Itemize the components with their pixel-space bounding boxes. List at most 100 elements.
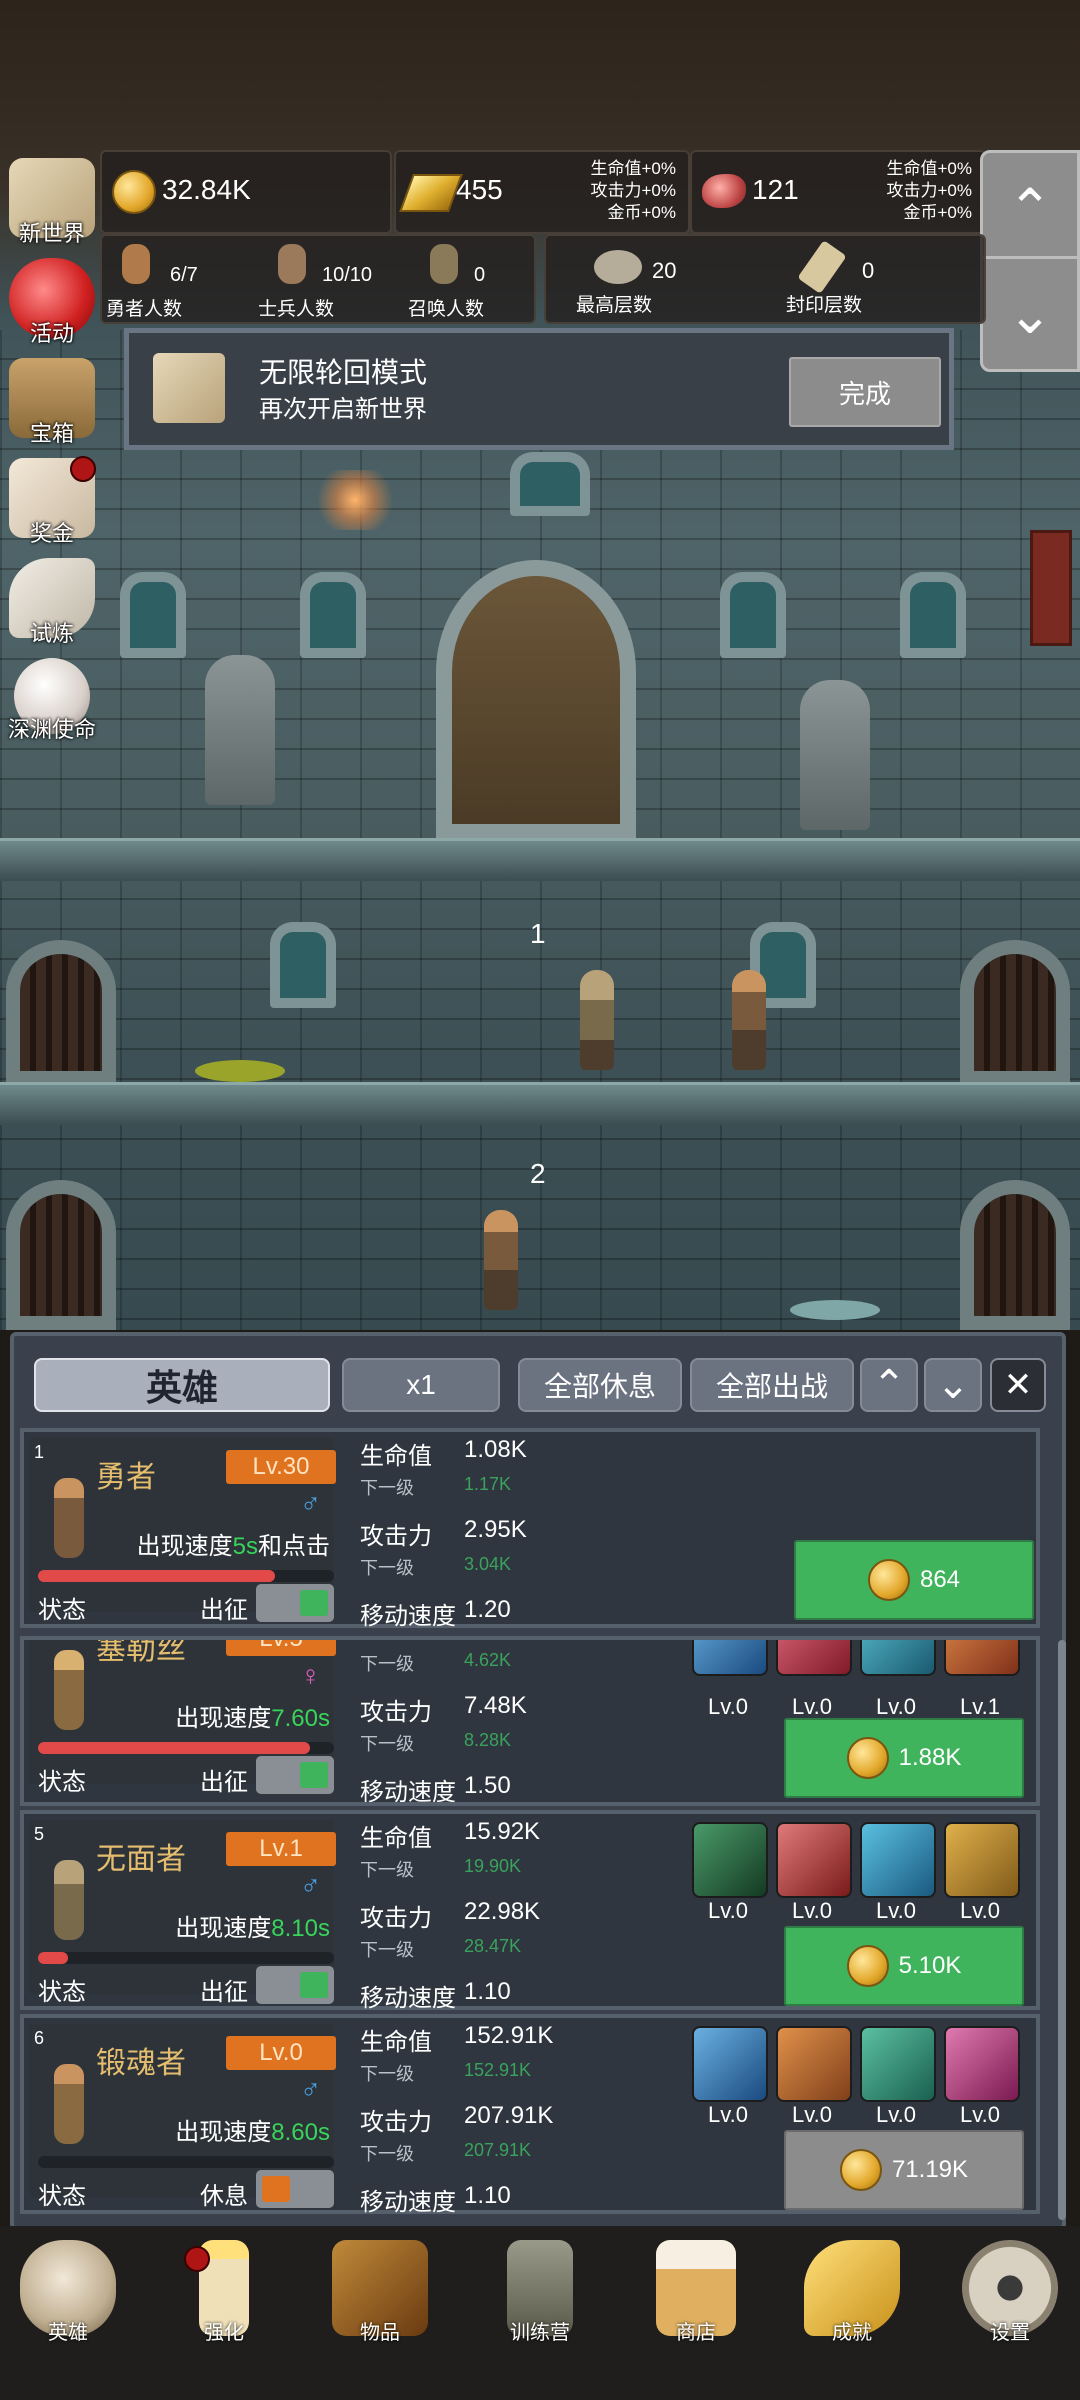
scroll-up-button[interactable]: ⌃ (980, 150, 1080, 266)
bonus-gold: 金币+0% (903, 203, 973, 222)
banner (1030, 530, 1072, 646)
sword-shield-skill-icon[interactable] (692, 1822, 768, 1898)
move-label: 移动速度 (360, 1985, 456, 2012)
skill-level: Lv.0 (876, 1898, 916, 1923)
hero-portrait: 塞勒丝 Lv.5 ♀ 出现速度7.60s 状态 出征 (30, 1640, 336, 1796)
spawn-speed-value: 7.60s (271, 1705, 330, 1732)
gold-coin-icon (846, 1737, 889, 1779)
sword-skill-icon[interactable] (776, 1822, 852, 1898)
helmet-skill-icon[interactable] (944, 1822, 1020, 1898)
beast-skill-icon[interactable] (776, 1640, 852, 1676)
hammer-skill-icon[interactable] (860, 2026, 936, 2102)
nav-settings[interactable]: 设置 (950, 2240, 1070, 2345)
nav-items[interactable]: 物品 (320, 2240, 440, 2345)
hero-card[interactable]: 塞勒丝 Lv.5 ♀ 出现速度7.60s 状态 出征 下一级 4.62K 攻击力… (20, 1636, 1040, 1806)
sidebar-item-abyss[interactable]: 深渊使命 (2, 658, 102, 744)
sidebar-item-new-world[interactable]: 新世界 (2, 158, 102, 248)
status-label: 状态 (38, 1769, 86, 1796)
deploy-label: 出征 (200, 1769, 248, 1796)
sidebar-item-events[interactable]: 活动 (2, 258, 102, 348)
panel-down-button[interactable]: ⌄ (924, 1358, 982, 1412)
deploy-all-button[interactable]: 全部出战 (690, 1358, 854, 1412)
side-gate (960, 1180, 1070, 1330)
status-label: 状态 (38, 1597, 86, 1624)
window (270, 922, 336, 1008)
multiplier-button[interactable]: x1 (342, 1358, 500, 1412)
gold-coin-icon (867, 1559, 910, 1601)
skill-level: Lv.0 (960, 2102, 1000, 2127)
sidebar-item-trial[interactable]: 试炼 (2, 558, 102, 648)
sidebar-item-label: 宝箱 (29, 421, 74, 446)
hero-number: 1 (34, 1442, 45, 1462)
deploy-toggle[interactable] (256, 1756, 334, 1794)
knight-hero (580, 970, 614, 1070)
upgrade-button[interactable]: 5.10K (784, 1926, 1024, 2006)
hero-sprite (54, 1478, 84, 1558)
spawn-speed-value: 8.60s (271, 2119, 330, 2146)
boot-skill-icon[interactable] (860, 1822, 936, 1898)
meat-value: 121 (752, 174, 799, 205)
deploy-toggle[interactable] (256, 1584, 334, 1622)
atk-next-value: 28.47K (464, 1936, 522, 1956)
rest-all-button[interactable]: 全部休息 (518, 1358, 682, 1412)
atk-next-label: 下一级 (360, 1558, 414, 1578)
gold-bar-value: 455 (456, 174, 503, 205)
sealed-floor-value: 0 (862, 258, 875, 283)
sidebar-item-label: 活动 (29, 321, 74, 346)
hero-count-icon (122, 244, 150, 284)
nav-training[interactable]: 训练营 (480, 2240, 600, 2345)
upgrade-button[interactable]: 1.88K (784, 1718, 1024, 1798)
scroll-icon (797, 240, 847, 294)
knight-statue (800, 680, 870, 830)
skill-level: Lv.0 (708, 2102, 748, 2127)
upgrade-cost: 864 (919, 1566, 961, 1593)
nav-label: 物品 (360, 2322, 400, 2344)
nav-achievements[interactable]: 成就 (792, 2240, 912, 2345)
panel-up-button[interactable]: ⌃ (860, 1358, 918, 1412)
quest-complete-button[interactable]: 完成 (789, 357, 941, 427)
hp-value: 152.91K (464, 2022, 554, 2049)
bonus-gold: 金币+0% (607, 203, 677, 222)
panel-scrollbar[interactable] (1058, 1640, 1066, 2220)
hero-card[interactable]: 6 锻魂者 Lv.0 ♂ 出现速度8.60s 状态 休息 生命值 152.91K… (20, 2014, 1040, 2216)
deploy-toggle[interactable] (256, 2170, 334, 2208)
nav-shop[interactable]: 商店 (636, 2240, 756, 2345)
hp-next-label: 下一级 (360, 1654, 414, 1674)
sidebar-item-chest[interactable]: 宝箱 (2, 358, 102, 448)
boot-skill-icon[interactable] (860, 1640, 936, 1676)
skill-level: Lv.0 (876, 2102, 916, 2127)
nav-label: 英雄 (48, 2322, 88, 2344)
nav-enhance[interactable]: 强化 (164, 2240, 284, 2345)
bonus-atk: 攻击力+0% (590, 181, 677, 200)
skill-level: Lv.0 (960, 1898, 1000, 1923)
progress-fill (38, 1952, 68, 1964)
tab-heroes[interactable]: 英雄 (34, 1358, 330, 1412)
upgrade-button[interactable]: 864 (794, 1540, 1034, 1620)
status-label: 状态 (38, 2183, 86, 2210)
hero-card[interactable]: 1 勇者 Lv.30 ♂ 出现速度5s和点击 状态 出征 生命值 1.08K 下… (20, 1428, 1040, 1630)
hero-sprite (54, 1650, 84, 1730)
nav-heroes[interactable]: 英雄 (8, 2240, 128, 2345)
quest-subtitle: 再次开启新世界 (259, 396, 427, 423)
summon-count-value: 0 (474, 264, 486, 286)
spawn-speed-value: 5s (232, 1533, 258, 1560)
quest-title: 无限轮回模式 (259, 357, 428, 388)
axe-skill-icon[interactable] (776, 2026, 852, 2102)
floor-ledge (0, 838, 1080, 881)
armor-skill-icon[interactable] (692, 2026, 768, 2102)
panel-close-button[interactable]: ✕ (990, 1358, 1046, 1412)
bonus-hp: 生命值+0% (590, 159, 677, 178)
nav-label: 设置 (990, 2322, 1030, 2344)
gold-display: 32.84K (100, 150, 392, 234)
deploy-toggle[interactable] (256, 1966, 334, 2004)
notification-dot (70, 456, 96, 482)
hero-card[interactable]: 5 无面者 Lv.1 ♂ 出现速度8.10s 状态 出征 生命值 15.92K … (20, 1810, 1040, 2012)
scroll-down-button[interactable]: ⌄ (980, 256, 1080, 372)
star-shield-skill-icon[interactable] (692, 1640, 768, 1676)
sidebar-item-label: 奖金 (29, 521, 74, 546)
progress-fill (38, 1742, 311, 1754)
upgrade-button[interactable]: 71.19K (784, 2130, 1024, 2210)
boot-skill-icon[interactable] (944, 2026, 1020, 2102)
fire-skill-icon[interactable] (944, 1640, 1020, 1676)
sidebar-item-label: 新世界 (18, 221, 85, 246)
